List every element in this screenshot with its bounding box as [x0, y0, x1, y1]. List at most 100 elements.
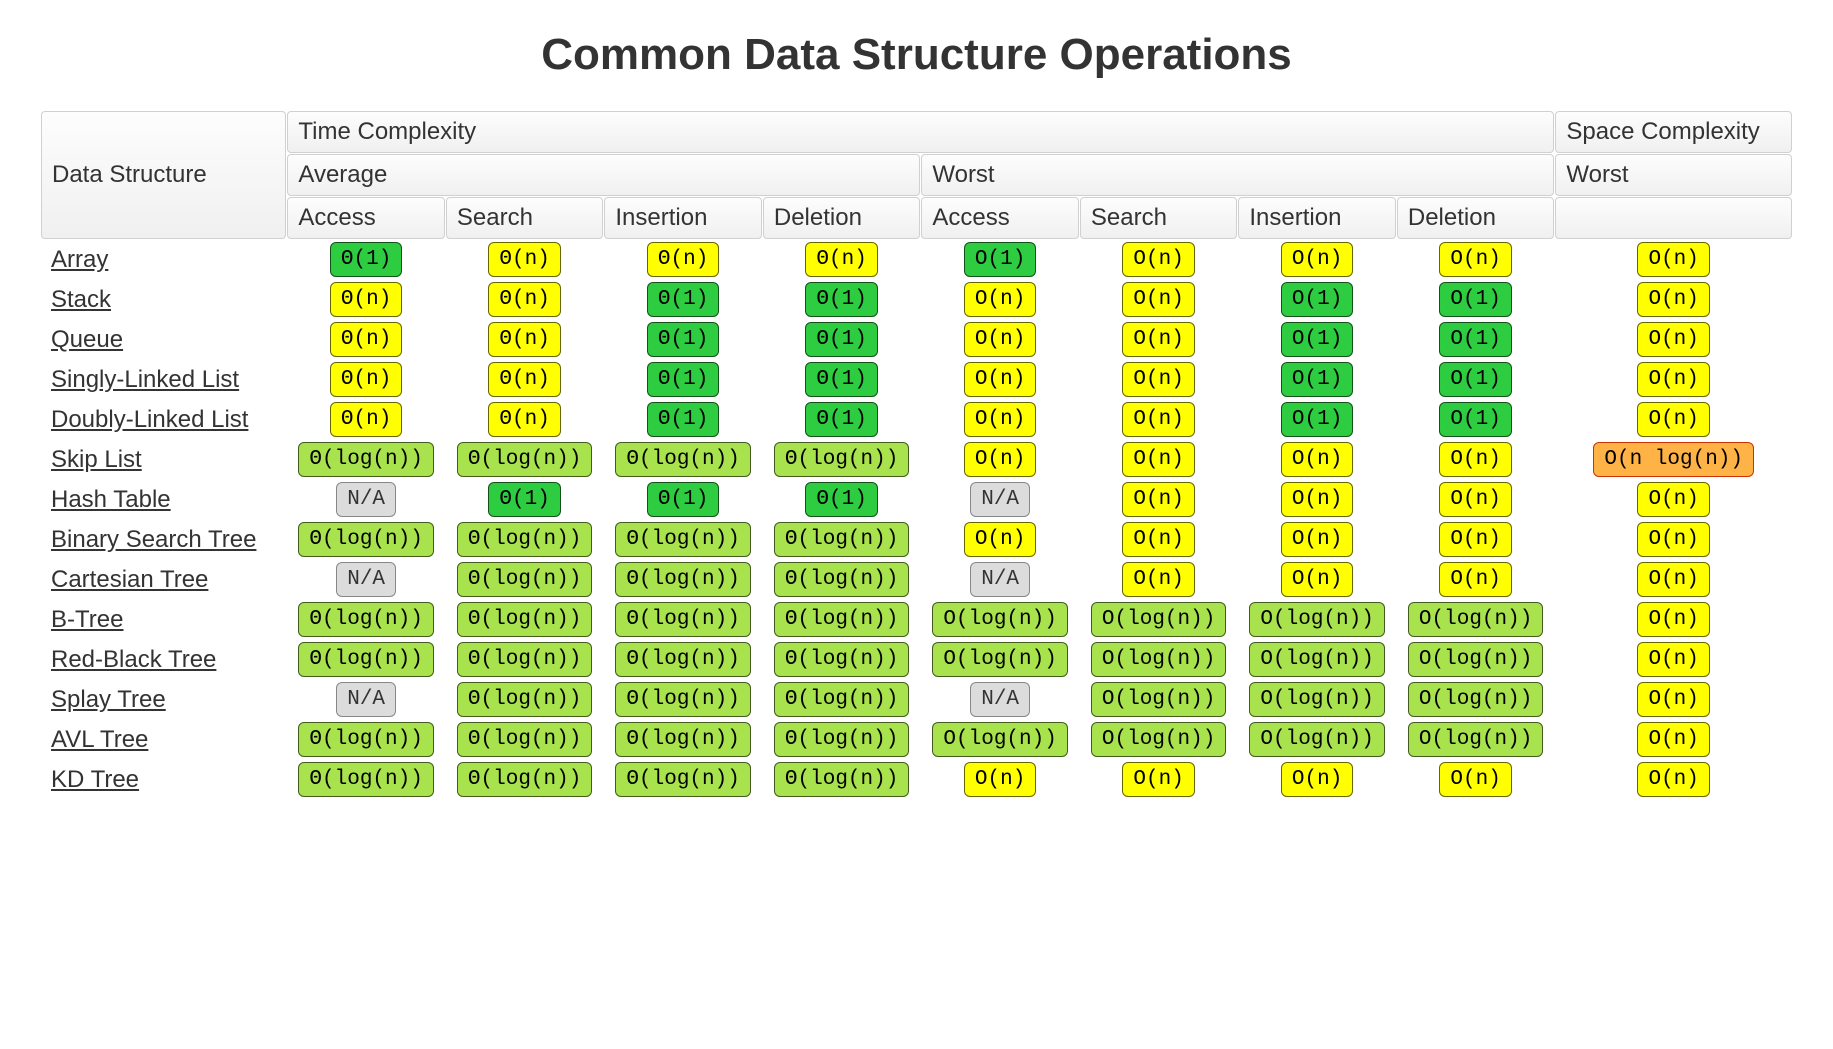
space-cell: O(n)	[1555, 760, 1792, 799]
table-body: ArrayΘ(1)Θ(n)Θ(n)Θ(n)O(1)O(n)O(n)O(n)O(n…	[41, 240, 1792, 799]
complexity-chip: Θ(1)	[647, 322, 719, 357]
table-row: Singly-Linked ListΘ(n)Θ(n)Θ(1)Θ(1)O(n)O(…	[41, 360, 1792, 399]
complexity-chip: O(log(n))	[1249, 682, 1384, 717]
complexity-chip: Θ(1)	[805, 322, 877, 357]
header-op-avg-deletion: Deletion	[763, 197, 921, 239]
data-structure-link[interactable]: Hash Table	[51, 486, 171, 513]
complexity-chip: O(1)	[1281, 282, 1353, 317]
complexity-chip: O(log(n))	[1249, 722, 1384, 757]
data-structure-link[interactable]: Array	[51, 246, 108, 273]
space-cell: O(n)	[1555, 640, 1792, 679]
avg-cell: Θ(log(n))	[763, 440, 921, 479]
table-header: Data Structure Time Complexity Space Com…	[41, 111, 1792, 239]
header-op-worst-deletion: Deletion	[1397, 197, 1555, 239]
complexity-chip: Θ(log(n))	[615, 522, 750, 557]
table-row: Doubly-Linked ListΘ(n)Θ(n)Θ(1)Θ(1)O(n)O(…	[41, 400, 1792, 439]
complexity-chip: Θ(log(n))	[774, 722, 909, 757]
complexity-chip: O(1)	[1281, 322, 1353, 357]
complexity-chip: O(log(n))	[932, 642, 1067, 677]
space-cell: O(n)	[1555, 680, 1792, 719]
complexity-chip: O(n)	[1637, 642, 1709, 677]
data-structure-link[interactable]: Splay Tree	[51, 686, 166, 713]
worst-cell: O(log(n))	[1080, 640, 1238, 679]
worst-cell: O(n)	[1080, 480, 1238, 519]
avg-cell: Θ(n)	[446, 240, 604, 279]
worst-cell: O(n)	[1238, 440, 1396, 479]
complexity-chip: O(n)	[1281, 482, 1353, 517]
data-structure-cell: Red-Black Tree	[41, 640, 286, 679]
complexity-chip: O(n)	[1122, 522, 1194, 557]
data-structure-link[interactable]: Stack	[51, 286, 111, 313]
worst-cell: O(log(n))	[921, 640, 1079, 679]
complexity-chip: Θ(n)	[488, 322, 560, 357]
avg-cell: Θ(n)	[446, 360, 604, 399]
avg-cell: Θ(log(n))	[763, 600, 921, 639]
complexity-chip: N/A	[336, 682, 396, 717]
data-structure-cell: Binary Search Tree	[41, 520, 286, 559]
worst-cell: O(log(n))	[921, 600, 1079, 639]
complexity-chip: N/A	[970, 562, 1030, 597]
complexity-chip: O(n)	[1637, 362, 1709, 397]
complexity-chip: Θ(1)	[805, 282, 877, 317]
avg-cell: Θ(log(n))	[763, 760, 921, 799]
complexity-chip: O(log(n))	[1408, 642, 1543, 677]
space-cell: O(n)	[1555, 240, 1792, 279]
data-structure-link[interactable]: Binary Search Tree	[51, 526, 256, 553]
avg-cell: Θ(n)	[287, 280, 445, 319]
worst-cell: O(1)	[1397, 320, 1555, 359]
complexity-chip: O(log(n))	[1408, 722, 1543, 757]
worst-cell: O(n)	[1238, 520, 1396, 559]
worst-cell: O(1)	[921, 240, 1079, 279]
complexity-chip: O(n)	[1281, 442, 1353, 477]
complexity-chip: O(n)	[1637, 602, 1709, 637]
data-structure-link[interactable]: Red-Black Tree	[51, 646, 216, 673]
complexity-chip: O(log(n))	[1091, 682, 1226, 717]
avg-cell: Θ(1)	[604, 360, 762, 399]
avg-cell: Θ(n)	[287, 400, 445, 439]
worst-cell: O(n)	[1238, 760, 1396, 799]
complexity-chip: O(n)	[1281, 242, 1353, 277]
complexity-chip: Θ(log(n))	[298, 602, 433, 637]
data-structure-link[interactable]: KD Tree	[51, 766, 139, 793]
complexity-chip: Θ(1)	[647, 282, 719, 317]
data-structure-link[interactable]: Queue	[51, 326, 123, 353]
table-row: B-TreeΘ(log(n))Θ(log(n))Θ(log(n))Θ(log(n…	[41, 600, 1792, 639]
worst-cell: O(n)	[921, 320, 1079, 359]
complexity-chip: O(n)	[1281, 562, 1353, 597]
worst-cell: O(1)	[1238, 320, 1396, 359]
data-structure-link[interactable]: Skip List	[51, 446, 142, 473]
avg-cell: Θ(log(n))	[763, 640, 921, 679]
avg-cell: Θ(1)	[604, 400, 762, 439]
space-cell: O(n)	[1555, 720, 1792, 759]
avg-cell: Θ(1)	[604, 480, 762, 519]
avg-cell: Θ(n)	[287, 320, 445, 359]
worst-cell: O(n)	[921, 440, 1079, 479]
table-row: StackΘ(n)Θ(n)Θ(1)Θ(1)O(n)O(n)O(1)O(1)O(n…	[41, 280, 1792, 319]
avg-cell: Θ(log(n))	[446, 720, 604, 759]
complexity-chip: O(n)	[1281, 762, 1353, 797]
complexity-chip: O(n)	[1122, 282, 1194, 317]
avg-cell: Θ(log(n))	[287, 440, 445, 479]
page-title: Common Data Structure Operations	[40, 30, 1793, 80]
table-row: Splay TreeN/AΘ(log(n))Θ(log(n))Θ(log(n))…	[41, 680, 1792, 719]
complexity-chip: O(n)	[1637, 562, 1709, 597]
data-structure-link[interactable]: Cartesian Tree	[51, 566, 208, 593]
complexity-chip: O(n)	[964, 402, 1036, 437]
complexity-chip: O(n)	[1637, 282, 1709, 317]
table-row: Cartesian TreeN/AΘ(log(n))Θ(log(n))Θ(log…	[41, 560, 1792, 599]
complexity-chip: O(log(n))	[1091, 642, 1226, 677]
avg-cell: Θ(log(n))	[287, 520, 445, 559]
data-structure-link[interactable]: Doubly-Linked List	[51, 406, 248, 433]
complexity-chip: O(log(n))	[1408, 602, 1543, 637]
worst-cell: O(log(n))	[1397, 640, 1555, 679]
complexity-chip: O(n)	[1637, 322, 1709, 357]
data-structure-link[interactable]: B-Tree	[51, 606, 123, 633]
worst-cell: O(n)	[1080, 760, 1238, 799]
complexity-chip: Θ(log(n))	[615, 682, 750, 717]
worst-cell: O(1)	[1397, 360, 1555, 399]
complexity-chip: N/A	[336, 482, 396, 517]
data-structure-link[interactable]: Singly-Linked List	[51, 366, 239, 393]
avg-cell: Θ(log(n))	[287, 760, 445, 799]
data-structure-link[interactable]: AVL Tree	[51, 726, 148, 753]
complexity-chip: O(n)	[1637, 722, 1709, 757]
